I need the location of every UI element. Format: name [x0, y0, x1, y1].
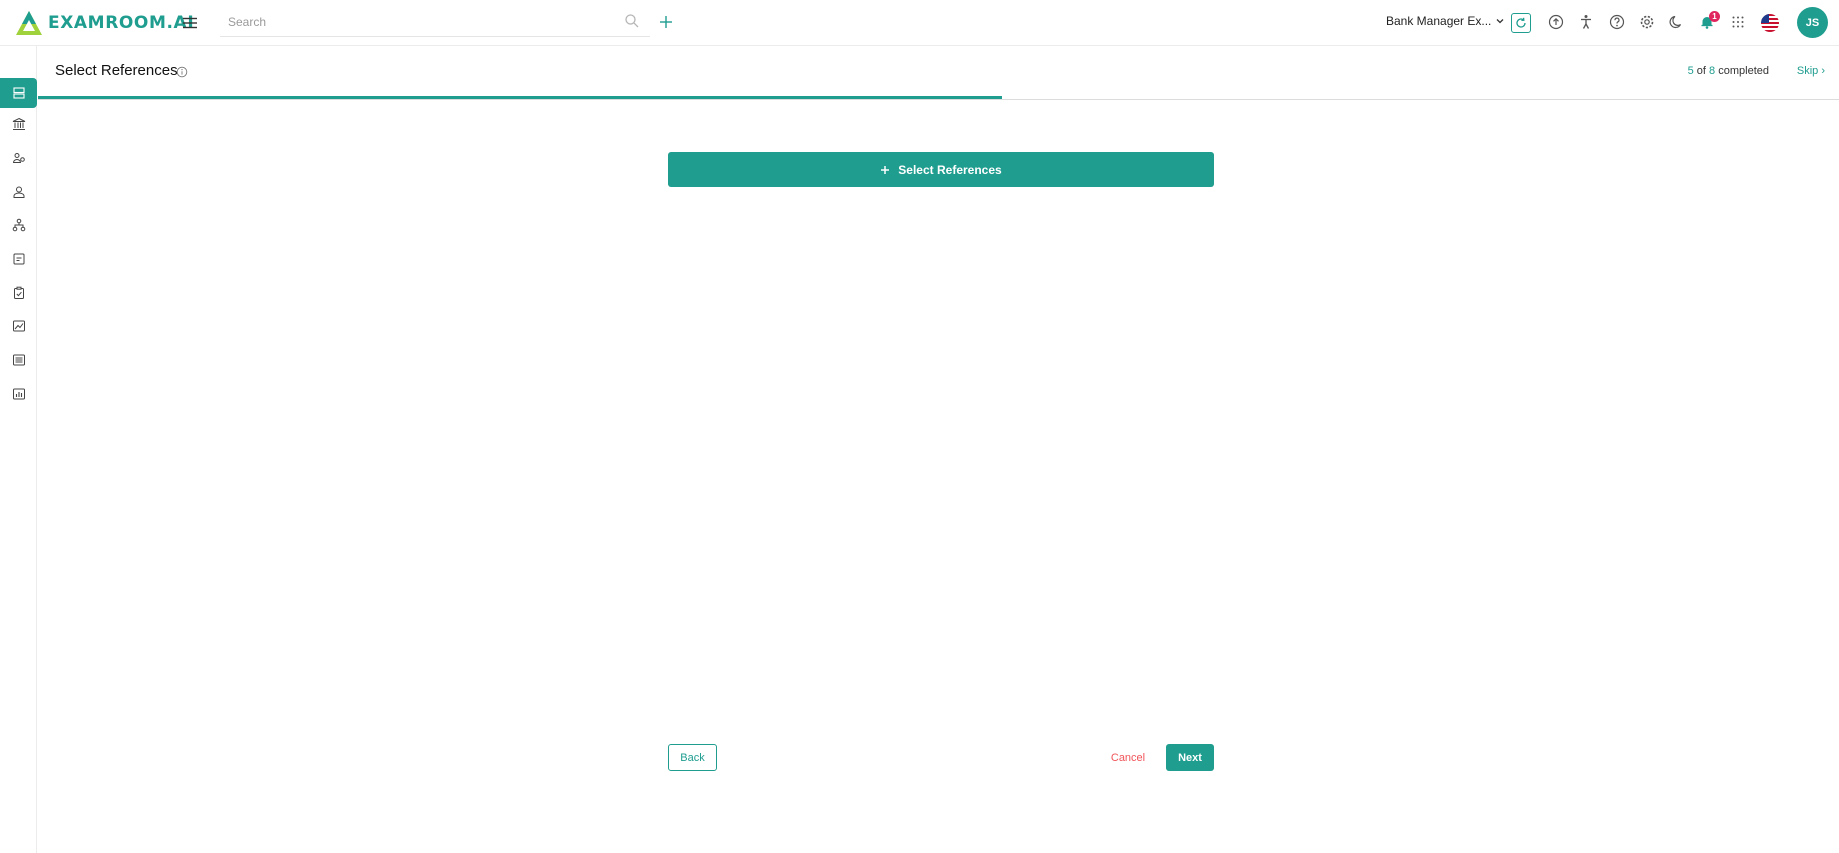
gear-icon[interactable] — [1638, 13, 1656, 31]
help-icon[interactable] — [1608, 13, 1626, 31]
us-flag-icon[interactable] — [1761, 14, 1779, 32]
sidebar-item-analytics[interactable] — [0, 379, 37, 409]
step-progress-text: 5 of 8 completed — [1688, 65, 1769, 77]
hierarchy-icon — [12, 218, 25, 232]
logo[interactable]: EXAMROOM.AI — [14, 9, 194, 37]
next-button[interactable]: Next — [1166, 744, 1214, 771]
avatar[interactable]: JS — [1797, 7, 1828, 38]
bar-chart-icon — [12, 388, 25, 400]
user-icon — [13, 186, 24, 198]
image-chart-icon — [12, 320, 25, 332]
search-input[interactable] — [220, 10, 620, 34]
select-references-button[interactable]: Select References — [668, 152, 1214, 187]
dark-mode-icon[interactable] — [1668, 13, 1686, 31]
dashboard-icon — [12, 87, 25, 99]
sidebar-item-tasks[interactable] — [0, 278, 37, 308]
sidebar-item-reports-image[interactable] — [0, 311, 37, 341]
completed-count: 5 — [1687, 65, 1694, 77]
completed-label: completed — [1718, 65, 1769, 77]
chevron-down-icon — [1496, 19, 1504, 24]
top-bar: EXAMROOM.AI Bank Manager Ex... — [0, 0, 1839, 46]
step-header: Select References 5 of 8 completed Skip … — [38, 46, 1839, 100]
step-progress-bar — [38, 96, 1002, 99]
plus-icon — [881, 165, 890, 174]
sidebar-item-candidates[interactable] — [0, 177, 37, 207]
logo-text: EXAMROOM.AI — [48, 13, 195, 33]
page-title: Select References — [55, 62, 178, 79]
bank-icon — [12, 117, 25, 130]
sidebar-item-bank[interactable] — [0, 109, 37, 139]
list-icon — [12, 354, 25, 366]
exam-selector[interactable]: Bank Manager Ex... — [1386, 14, 1505, 28]
sidebar-item-dashboard[interactable] — [0, 78, 37, 108]
notification-badge: 1 — [1709, 11, 1720, 22]
accessibility-icon[interactable] — [1577, 13, 1595, 31]
sidebar-item-users[interactable] — [0, 143, 37, 173]
sidebar-item-hierarchy[interactable] — [0, 210, 37, 240]
refresh-icon — [1516, 17, 1526, 28]
search-bar — [220, 10, 650, 37]
logo-icon — [16, 11, 42, 35]
sidebar-item-documents[interactable] — [0, 244, 37, 274]
back-button[interactable]: Back — [668, 744, 717, 771]
sidebar-item-list[interactable] — [0, 345, 37, 375]
info-icon[interactable] — [176, 66, 188, 78]
users-icon — [12, 153, 25, 163]
refresh-button[interactable] — [1511, 13, 1531, 33]
add-icon[interactable] — [658, 14, 674, 30]
of-label: of — [1696, 65, 1706, 77]
document-icon — [13, 253, 24, 265]
select-references-label: Select References — [898, 162, 1002, 177]
upload-circle-icon[interactable] — [1547, 13, 1565, 31]
hamburger-menu-icon[interactable] — [181, 14, 199, 32]
search-icon[interactable] — [624, 13, 640, 29]
cancel-button[interactable]: Cancel — [1104, 744, 1152, 771]
total-count: 8 — [1709, 65, 1716, 77]
clipboard-check-icon — [13, 286, 24, 299]
sidebar — [0, 46, 37, 853]
apps-grid-icon[interactable] — [1729, 13, 1747, 31]
exam-selector-label: Bank Manager Ex... — [1386, 14, 1492, 28]
skip-link[interactable]: Skip › — [1797, 65, 1825, 77]
